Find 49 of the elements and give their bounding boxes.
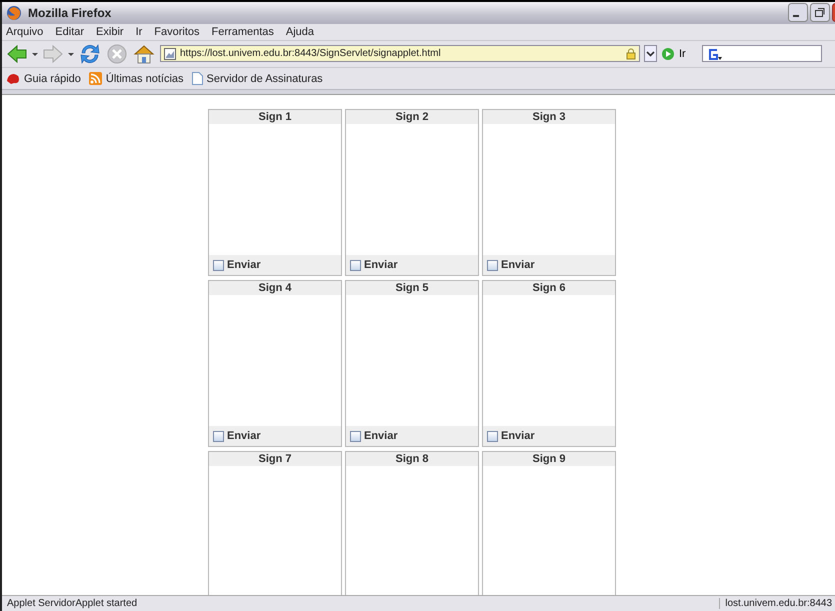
checkbox-label[interactable]: Enviar [364, 259, 398, 272]
menu-item[interactable]: Editar [55, 26, 84, 38]
bookmark-link[interactable]: Guia rápido [24, 72, 81, 84]
menu-item[interactable]: Exibir [96, 26, 124, 38]
search-field[interactable] [702, 45, 822, 62]
back-arrow-icon[interactable] [6, 44, 28, 64]
checkbox[interactable] [350, 430, 361, 442]
panel-title: Sign 9 [483, 452, 615, 466]
menu-item[interactable]: Ferramentas [212, 26, 274, 38]
menu-item[interactable]: Arquivo [6, 26, 44, 38]
panel-title: Sign 1 [209, 110, 341, 124]
panel-title: Sign 3 [483, 110, 615, 124]
checkbox-label[interactable]: Enviar [364, 430, 398, 442]
dropdown-button[interactable] [644, 45, 657, 62]
reload-icon[interactable] [78, 42, 102, 65]
bookmark-icon [6, 72, 20, 84]
menu-item[interactable]: Ajuda [286, 26, 314, 38]
checkbox[interactable] [213, 260, 224, 271]
checkbox[interactable] [487, 430, 498, 442]
checkbox-label[interactable]: Enviar [501, 259, 535, 272]
bookmark-link[interactable]: Servidor de Assinaturas [206, 72, 323, 84]
checkbox-label[interactable]: Enviar [227, 430, 261, 442]
panel-title: Sign 2 [346, 110, 478, 124]
status-message: Applet ServidorApplet started [7, 598, 138, 610]
bookmark-link[interactable]: Últimas notícias [106, 72, 184, 84]
menu-item[interactable]: Favoritos [154, 26, 200, 38]
checkbox-label[interactable]: Enviar [501, 430, 535, 442]
panel-title: Sign 5 [346, 281, 478, 296]
restore-button[interactable] [810, 3, 830, 22]
menu-item[interactable]: Ir [136, 26, 142, 38]
panel-title: Sign 8 [346, 452, 478, 466]
checkbox-label[interactable]: Enviar [227, 259, 261, 272]
panel-title: Sign 7 [209, 452, 341, 466]
panel-title: Sign 6 [483, 281, 615, 296]
window-title: Mozilla Firefox [28, 6, 112, 20]
panel-title: Sign 4 [209, 281, 341, 296]
go-button[interactable]: Ir [679, 48, 686, 60]
checkbox[interactable] [213, 430, 224, 442]
checkbox[interactable] [487, 260, 498, 271]
checkbox[interactable] [350, 260, 361, 271]
home-icon[interactable] [132, 42, 156, 65]
lock-icon [626, 48, 636, 60]
address-field[interactable]: https://lost.univem.edu.br:8443/SignServlet/signapplet.html [160, 45, 640, 62]
page-icon [192, 72, 203, 85]
minimize-button[interactable] [788, 3, 808, 22]
browser-logo-icon [6, 4, 22, 21]
status-host: lost.univem.edu.br:8443 [719, 598, 832, 610]
feed-icon [88, 72, 102, 85]
page-icon [164, 48, 176, 60]
